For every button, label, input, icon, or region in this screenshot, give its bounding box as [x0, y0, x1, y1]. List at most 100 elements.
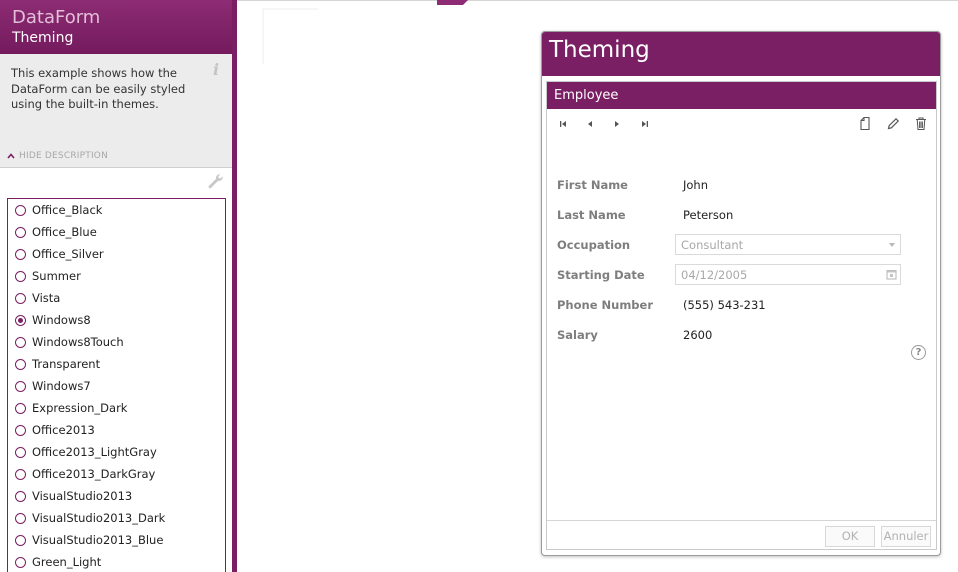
theme-option-label: Transparent	[32, 357, 101, 371]
sidebar-title: DataForm	[12, 7, 101, 28]
radio-unchecked-icon[interactable]	[15, 490, 26, 502]
salary-value[interactable]: 2600	[683, 328, 712, 342]
first-record-icon[interactable]	[556, 118, 570, 130]
radio-unchecked-icon[interactable]	[15, 468, 26, 480]
hide-description-toggle[interactable]: HIDE DESCRIPTION	[7, 151, 108, 161]
theme-option[interactable]: Office_Black	[8, 199, 225, 221]
theme-option[interactable]: Vista	[8, 287, 225, 309]
dataform-footer: OK Annuler	[547, 520, 936, 549]
radio-unchecked-icon[interactable]	[15, 512, 26, 524]
info-icon[interactable]: i	[211, 60, 221, 79]
theme-option[interactable]: Expression_Dark	[8, 397, 225, 419]
theme-option[interactable]: Windows8	[8, 309, 225, 331]
radio-unchecked-icon[interactable]	[15, 248, 26, 260]
hide-description-label: HIDE DESCRIPTION	[19, 151, 109, 161]
radio-unchecked-icon[interactable]	[15, 402, 26, 414]
phone-number-value[interactable]: (555) 543-231	[683, 298, 766, 312]
theme-option[interactable]: Office_Blue	[8, 221, 225, 243]
theme-option[interactable]: Summer	[8, 265, 225, 287]
theme-option-label: Office_Silver	[32, 247, 104, 261]
theme-option-label: Office2013_DarkGray	[32, 467, 156, 481]
theme-option-label: Vista	[32, 291, 61, 305]
top-divider	[237, 0, 958, 1]
panel-title: Theming	[549, 37, 650, 63]
theme-option-label: Green_Light	[32, 555, 102, 569]
theme-option-label: Summer	[32, 269, 81, 283]
theme-list: Office_Black Office_Blue Office_Silver Summ…	[7, 198, 226, 572]
salary-label: Salary	[557, 328, 598, 342]
theme-option[interactable]: VisualStudio2013_Blue	[8, 529, 225, 551]
chevron-up-icon	[7, 153, 15, 159]
sidebar-header: DataForm Theming	[0, 0, 232, 54]
radio-unchecked-icon[interactable]	[15, 556, 26, 568]
occupation-combobox[interactable]: Consultant	[675, 234, 901, 255]
theme-option[interactable]: VisualStudio2013_Dark	[8, 507, 225, 529]
theming-panel: Theming Employee First Name John Last Na…	[541, 31, 941, 556]
theme-option[interactable]: Transparent	[8, 353, 225, 375]
delete-trash-icon[interactable]	[914, 116, 928, 131]
wrench-icon[interactable]	[207, 173, 223, 189]
cancel-button[interactable]: Annuler	[881, 526, 931, 547]
radio-unchecked-icon[interactable]	[15, 336, 26, 348]
theme-option[interactable]: Office2013_DarkGray	[8, 463, 225, 485]
sidebar: DataForm Theming This example shows how …	[0, 0, 237, 572]
ok-button[interactable]: OK	[825, 526, 875, 547]
theme-option-label: Office_Blue	[32, 225, 97, 239]
radio-unchecked-icon[interactable]	[15, 534, 26, 546]
first-name-value[interactable]: John	[683, 178, 708, 192]
app-window: DataForm Theming This example shows how …	[0, 0, 958, 572]
dropdown-arrow-icon	[889, 243, 895, 247]
radio-unchecked-icon[interactable]	[15, 446, 26, 458]
theme-option[interactable]: Windows8Touch	[8, 331, 225, 353]
background-watermark	[262, 8, 318, 64]
dataform-title: Employee	[554, 88, 619, 103]
sidebar-edge	[232, 0, 237, 572]
panel-header: Theming	[542, 32, 940, 76]
top-tab-marker	[437, 0, 463, 5]
theme-option-label: Office_Black	[32, 203, 103, 217]
description-panel: This example shows how the DataForm can …	[0, 54, 232, 168]
theme-option[interactable]: Office2013_LightGray	[8, 441, 225, 463]
radio-unchecked-icon[interactable]	[15, 204, 26, 216]
last-name-value[interactable]: Peterson	[683, 208, 733, 222]
radio-unchecked-icon[interactable]	[15, 380, 26, 392]
edit-pencil-icon[interactable]	[886, 116, 900, 131]
previous-record-icon[interactable]	[583, 118, 597, 130]
radio-unchecked-icon[interactable]	[15, 270, 26, 282]
theme-option-label: VisualStudio2013_Dark	[32, 511, 166, 525]
starting-date-picker[interactable]: 04/12/2005	[675, 264, 901, 285]
radio-unchecked-icon[interactable]	[15, 358, 26, 370]
next-record-icon[interactable]	[610, 118, 624, 130]
theme-option-label: Windows7	[32, 379, 91, 393]
last-record-icon[interactable]	[638, 118, 652, 130]
radio-unchecked-icon[interactable]	[15, 226, 26, 238]
occupation-value: Consultant	[681, 238, 744, 252]
sidebar-subtitle: Theming	[12, 30, 74, 46]
theme-option[interactable]: Green_Light	[8, 551, 225, 572]
radio-checked-icon[interactable]	[15, 314, 26, 326]
top-tab-marker-tip	[463, 0, 468, 5]
theme-option-label: Office2013_LightGray	[32, 445, 157, 459]
theme-option[interactable]: Office2013	[8, 419, 225, 441]
occupation-label: Occupation	[557, 238, 631, 252]
last-name-label: Last Name	[557, 208, 626, 222]
example-description: This example shows how the DataForm can …	[11, 66, 186, 111]
starting-date-value: 04/12/2005	[681, 268, 748, 282]
dataform: Employee First Name John Last Name Peter…	[546, 81, 937, 550]
theme-option-label: VisualStudio2013	[32, 489, 133, 503]
add-new-icon[interactable]	[858, 116, 872, 131]
first-name-label: First Name	[557, 178, 628, 192]
radio-unchecked-icon[interactable]	[15, 292, 26, 304]
radio-unchecked-icon[interactable]	[15, 424, 26, 436]
theme-option-label: Office2013	[32, 423, 95, 437]
theme-option[interactable]: Office_Silver	[8, 243, 225, 265]
theme-option-label: Windows8Touch	[32, 335, 124, 349]
theme-option-label: Expression_Dark	[32, 401, 128, 415]
theme-option-label: VisualStudio2013_Blue	[32, 533, 164, 547]
help-icon[interactable]: ?	[911, 345, 926, 360]
theme-option-label: Windows8	[32, 313, 91, 327]
phone-number-label: Phone Number	[557, 298, 654, 312]
theme-option[interactable]: VisualStudio2013	[8, 485, 225, 507]
theme-option[interactable]: Windows7	[8, 375, 225, 397]
calendar-icon[interactable]	[886, 269, 897, 280]
